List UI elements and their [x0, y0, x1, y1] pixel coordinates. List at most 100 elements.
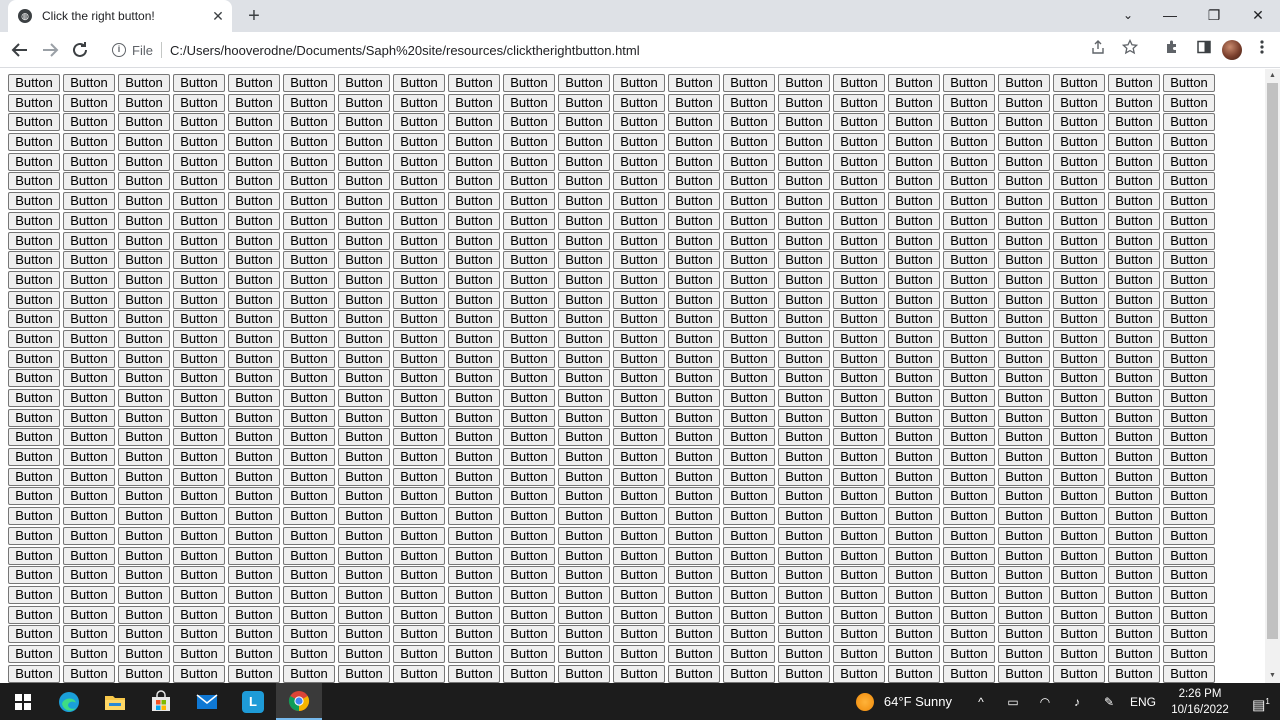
grid-button[interactable]: Button [1163, 113, 1215, 132]
grid-button[interactable]: Button [558, 192, 610, 211]
grid-button[interactable]: Button [833, 369, 885, 388]
grid-button[interactable]: Button [1053, 310, 1105, 329]
grid-button[interactable]: Button [173, 585, 225, 604]
grid-button[interactable]: Button [283, 526, 335, 545]
grid-button[interactable]: Button [833, 625, 885, 644]
back-arrow-icon[interactable] [8, 38, 32, 62]
grid-button[interactable]: Button [998, 605, 1050, 624]
grid-button[interactable]: Button [723, 329, 775, 348]
grid-button[interactable]: Button [228, 428, 280, 447]
grid-button[interactable]: Button [228, 113, 280, 132]
tab-search-button[interactable]: ⌄ [1108, 0, 1148, 32]
grid-button[interactable]: Button [63, 408, 115, 427]
grid-button[interactable]: Button [283, 428, 335, 447]
grid-button[interactable]: Button [613, 467, 665, 486]
grid-button[interactable]: Button [998, 211, 1050, 230]
grid-button[interactable]: Button [448, 507, 500, 526]
grid-button[interactable]: Button [558, 507, 610, 526]
grid-button[interactable]: Button [338, 349, 390, 368]
grid-button[interactable]: Button [558, 546, 610, 565]
grid-button[interactable]: Button [943, 270, 995, 289]
grid-button[interactable]: Button [338, 605, 390, 624]
grid-button[interactable]: Button [63, 507, 115, 526]
grid-button[interactable]: Button [1108, 428, 1160, 447]
grid-button[interactable]: Button [1053, 290, 1105, 309]
grid-button[interactable]: Button [393, 526, 445, 545]
grid-button[interactable]: Button [1163, 152, 1215, 171]
grid-button[interactable]: Button [998, 349, 1050, 368]
grid-button[interactable]: Button [1053, 329, 1105, 348]
grid-button[interactable]: Button [778, 448, 830, 467]
grid-button[interactable]: Button [448, 113, 500, 132]
grid-button[interactable]: Button [558, 408, 610, 427]
grid-button[interactable]: Button [888, 625, 940, 644]
grid-button[interactable]: Button [173, 74, 225, 92]
grid-button[interactable]: Button [1108, 448, 1160, 467]
grid-button[interactable]: Button [833, 566, 885, 585]
grid-button[interactable]: Button [668, 408, 720, 427]
grid-button[interactable]: Button [943, 113, 995, 132]
grid-button[interactable]: Button [173, 349, 225, 368]
grid-button[interactable]: Button [613, 329, 665, 348]
grid-button[interactable]: Button [448, 290, 500, 309]
grid-button[interactable]: Button [503, 664, 555, 683]
grid-button[interactable]: Button [833, 408, 885, 427]
grid-button[interactable]: Button [833, 172, 885, 191]
grid-button[interactable]: Button [283, 172, 335, 191]
grid-button[interactable]: Button [283, 93, 335, 112]
grid-button[interactable]: Button [613, 389, 665, 407]
grid-button[interactable]: Button [558, 231, 610, 250]
grid-button[interactable]: Button [1053, 172, 1105, 191]
grid-button[interactable]: Button [503, 93, 555, 112]
grid-button[interactable]: Button [998, 526, 1050, 545]
file-explorer-taskbar-button[interactable] [92, 683, 138, 720]
grid-button[interactable]: Button [63, 310, 115, 329]
grid-button[interactable]: Button [228, 211, 280, 230]
grid-button[interactable]: Button [283, 152, 335, 171]
grid-button[interactable]: Button [888, 408, 940, 427]
grid-button[interactable]: Button [888, 310, 940, 329]
grid-button[interactable]: Button [8, 625, 60, 644]
close-tab-icon[interactable]: ✕ [208, 6, 228, 26]
grid-button[interactable]: Button [448, 251, 500, 270]
grid-button[interactable]: Button [393, 133, 445, 152]
grid-button[interactable]: Button [558, 644, 610, 663]
grid-button[interactable]: Button [558, 133, 610, 152]
grid-button[interactable]: Button [778, 428, 830, 447]
grid-button[interactable]: Button [448, 172, 500, 191]
grid-button[interactable]: Button [228, 152, 280, 171]
grid-button[interactable]: Button [393, 625, 445, 644]
grid-button[interactable]: Button [448, 369, 500, 388]
grid-button[interactable]: Button [1163, 389, 1215, 407]
grid-button[interactable]: Button [8, 192, 60, 211]
grid-button[interactable]: Button [118, 369, 170, 388]
grid-button[interactable]: Button [558, 270, 610, 289]
pen-icon[interactable]: ✎ [1098, 695, 1120, 709]
grid-button[interactable]: Button [778, 664, 830, 683]
grid-button[interactable]: Button [173, 369, 225, 388]
grid-button[interactable]: Button [613, 211, 665, 230]
grid-button[interactable]: Button [338, 389, 390, 407]
grid-button[interactable]: Button [723, 231, 775, 250]
grid-button[interactable]: Button [1108, 74, 1160, 92]
grid-button[interactable]: Button [668, 74, 720, 92]
bookmark-star-icon[interactable] [1118, 38, 1142, 62]
grid-button[interactable]: Button [8, 251, 60, 270]
grid-button[interactable]: Button [668, 231, 720, 250]
grid-button[interactable]: Button [778, 566, 830, 585]
grid-button[interactable]: Button [8, 211, 60, 230]
grid-button[interactable]: Button [888, 507, 940, 526]
grid-button[interactable]: Button [1053, 133, 1105, 152]
grid-button[interactable]: Button [393, 467, 445, 486]
grid-button[interactable]: Button [723, 93, 775, 112]
grid-button[interactable]: Button [723, 389, 775, 407]
grid-button[interactable]: Button [228, 172, 280, 191]
grid-button[interactable]: Button [613, 231, 665, 250]
grid-button[interactable]: Button [1053, 546, 1105, 565]
grid-button[interactable]: Button [888, 133, 940, 152]
grid-button[interactable]: Button [558, 625, 610, 644]
grid-button[interactable]: Button [558, 251, 610, 270]
grid-button[interactable]: Button [613, 526, 665, 545]
grid-button[interactable]: Button [998, 566, 1050, 585]
scrollbar-thumb[interactable] [1267, 83, 1278, 639]
